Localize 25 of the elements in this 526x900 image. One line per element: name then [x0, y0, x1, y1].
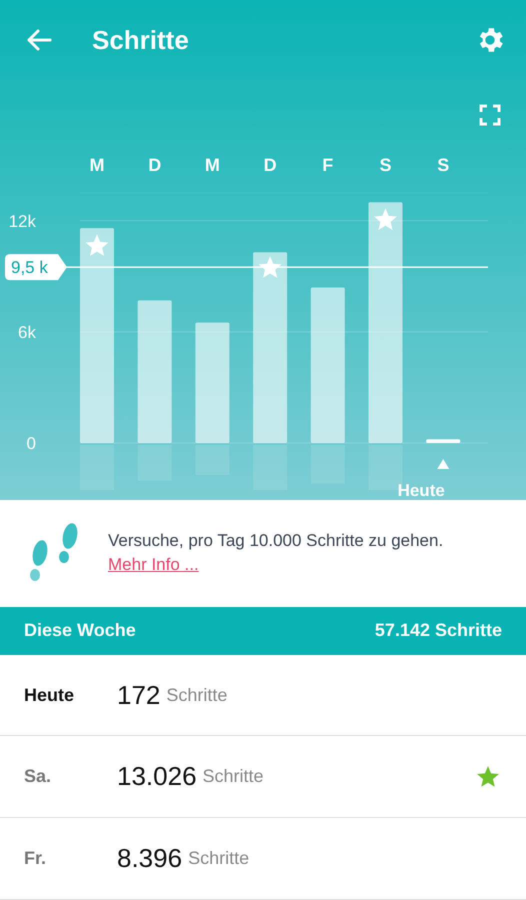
day-name: Heute — [24, 684, 76, 706]
goal-label: 9,5 k — [11, 258, 48, 278]
step-unit: Schritte — [166, 684, 228, 706]
week-total: 57.142 Schritte — [374, 620, 502, 642]
day-label: D — [148, 155, 162, 175]
day-label: F — [322, 155, 334, 175]
day-label: S — [437, 155, 450, 175]
day-name: Sa. — [24, 766, 52, 788]
axis-tick-label: 6k — [18, 322, 36, 342]
step-unit: Schritte — [202, 766, 265, 788]
day-name: Fr. — [24, 848, 48, 870]
day-label: M — [90, 155, 104, 175]
day-label: M — [204, 155, 220, 175]
step-count: 172 — [117, 680, 160, 710]
step-count: 8.396 — [117, 843, 182, 874]
step-unit: Schritte — [188, 848, 250, 870]
today-label: Heute — [398, 481, 445, 500]
axis-tick-label: 12k — [8, 212, 36, 231]
axis-tick-label: 0 — [26, 434, 36, 453]
goal-hint-text: Versuche, pro Tag 10.000 Schritte zu gehen. — [108, 531, 444, 552]
day-label: D — [264, 155, 277, 175]
page-title: Schritte — [92, 24, 190, 56]
day-label: S — [380, 155, 392, 175]
week-label: Diese Woche — [24, 620, 136, 642]
step-count: 13.026 — [117, 761, 197, 792]
